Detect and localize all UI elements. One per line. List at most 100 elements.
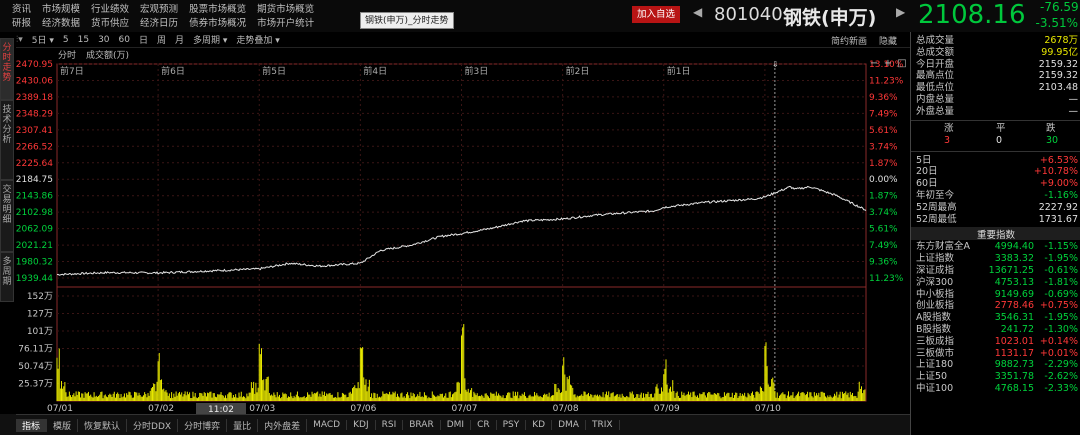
index-row[interactable]: 东方财富全A 4994.40 -1.15% [916, 241, 1078, 253]
toolbar-item[interactable]: 5 [63, 35, 69, 45]
menu-item[interactable]: 经济数据 [42, 15, 80, 29]
menu-item[interactable]: 研报 [12, 15, 31, 29]
pct-tick: 5.61% [869, 225, 898, 235]
index-row[interactable]: 上证指数 3383.32 -1.95% [916, 253, 1078, 265]
indicator-tab[interactable]: PSY [497, 420, 527, 430]
breadth-values: 3 0 30 [916, 135, 1078, 147]
toolbar-right: 简约新画 隐藏 [831, 32, 897, 48]
index-row[interactable]: 上证180 9882.73 -2.29% [916, 359, 1078, 371]
stat-label: 最低点位 [916, 82, 955, 94]
right-panel: 总成交量 2678万 总成交额 99.95亿 今日开盘 2159.32 最高点位 2159.3… [910, 32, 1080, 435]
indicator-tab[interactable]: CR [471, 420, 497, 430]
indicator-tab[interactable]: 模版 [47, 418, 79, 432]
next-arrow-icon[interactable]: ▶ [896, 5, 905, 19]
index-name: 上证180 [916, 359, 954, 371]
day-label: 前1日 [667, 65, 691, 77]
indicator-tab[interactable]: 恢复默认 [78, 418, 128, 432]
toolbar-item[interactable]: 走势叠加 ▾ [236, 33, 279, 46]
stat-label: 最高点位 [916, 70, 955, 82]
price-tick: 2348.29 [16, 109, 53, 119]
index-row[interactable]: 中小板指 9149.69 -0.69% [916, 289, 1078, 301]
toolbar-item[interactable]: 周 [157, 33, 166, 46]
style-switch[interactable]: ⫶▾ [16, 35, 23, 45]
zoom-in-icon[interactable]: + [884, 58, 892, 68]
indicator-tab[interactable]: KD [526, 420, 553, 430]
index-change: -2.33% [1044, 383, 1078, 394]
add-watchlist-button[interactable]: 加入自选 [632, 6, 680, 23]
index-row[interactable]: 创业板指 2778.46 +0.75% [916, 300, 1078, 312]
index-row[interactable]: A股指数 3546.31 -1.95% [916, 312, 1078, 324]
toolbar-item[interactable]: 60 [119, 35, 130, 45]
stat-label: 52周最高 [916, 201, 957, 213]
indicator-tab[interactable]: 分时DDX [127, 418, 179, 432]
index-row[interactable]: 沪深300 4753.13 -1.81% [916, 277, 1078, 289]
price-tick: 2266.52 [16, 142, 53, 152]
indicator-tab[interactable]: DMA [552, 420, 586, 430]
menu-item[interactable]: 期货市场概览 [257, 1, 314, 15]
toolbar-item[interactable]: 30 [98, 35, 109, 45]
index-row[interactable]: 上证50 3351.78 -2.62% [916, 371, 1078, 383]
intraday-chart[interactable]: 2470.95 13.10%2430.06 11.23%2389.18 9.36%23… [0, 56, 910, 414]
date-label: 07/02 [148, 404, 174, 414]
chart-view-tools[interactable]: − + □ [868, 56, 910, 68]
indicator-tab[interactable]: 分时博弈 [178, 418, 228, 432]
menu-item[interactable]: 宏观预测 [140, 1, 178, 15]
indicator-tab[interactable]: 量比 [227, 418, 259, 432]
toolbar-item[interactable]: 月 [175, 33, 184, 46]
indicator-tab[interactable]: KDJ [347, 420, 376, 430]
index-change: +0.01% [1039, 347, 1078, 359]
toolbar-item[interactable]: 多周期 ▾ [193, 33, 227, 46]
menu-item[interactable]: 股票市场概览 [189, 1, 246, 15]
index-row[interactable]: 深证成指 13671.25 -0.61% [916, 265, 1078, 277]
index-name: A股指数 [916, 312, 951, 324]
menu-item[interactable]: 资讯 [12, 1, 31, 15]
stat-row: 总成交量 2678万 [916, 35, 1078, 47]
menu-item[interactable]: 经济日历 [140, 15, 178, 29]
indicator-tab[interactable]: 指标 [16, 418, 48, 432]
index-change: -1.95% [1044, 312, 1078, 324]
stat-value: — [1068, 105, 1079, 117]
toolbar-item[interactable]: 5日 ▾ [32, 33, 54, 46]
stat-row: 最低点位 2103.48 [916, 82, 1078, 94]
simple-draw-button[interactable]: 简约新画 [831, 34, 867, 47]
zoom-out-icon[interactable]: − [870, 58, 878, 68]
index-name: 三板做市 [916, 347, 955, 359]
stat-label: 5日 [916, 154, 932, 166]
menu-item[interactable]: 行业绩效 [91, 1, 129, 15]
indicator-tab[interactable]: MACD [307, 420, 348, 430]
index-value: 241.72 [1000, 324, 1034, 335]
breadth-value: 3 [944, 134, 951, 146]
index-name: 中证100 [916, 383, 954, 394]
menu-item[interactable]: 债券市场概况 [189, 15, 246, 29]
indicator-tab[interactable]: TRIX [586, 420, 620, 430]
indicator-tab[interactable]: DMI [441, 420, 472, 430]
stock-code: 801040 [714, 4, 783, 25]
stat-value: 2159.32 [1038, 70, 1078, 82]
stat-row: 60日 +9.00% [916, 178, 1078, 190]
breadth-value: 30 [1046, 134, 1059, 146]
index-row[interactable]: 中证100 4768.15 -2.33% [916, 383, 1078, 395]
pct-tick: 11.23% [869, 76, 904, 86]
toolbar-item[interactable]: 日 [139, 33, 148, 46]
stat-row: 今日开盘 2159.32 [916, 59, 1078, 71]
menu-item[interactable]: 市场规模 [42, 1, 80, 15]
indicator-tab[interactable]: 内外盘差 [258, 418, 308, 432]
price-tick: 2184.75 [16, 175, 53, 185]
menu-item[interactable]: 市场开户统计 [257, 15, 314, 29]
stat-label: 总成交量 [916, 35, 955, 46]
menu-item[interactable]: 货币供应 [91, 15, 129, 29]
toolbar-item[interactable]: 15 [78, 35, 89, 45]
index-change: +0.75% [1039, 300, 1078, 312]
prev-arrow-icon[interactable]: ◀ [693, 5, 702, 19]
index-row[interactable]: 三板做市 1131.17 +0.01% [916, 348, 1078, 360]
indicator-tab[interactable]: RSI [376, 420, 404, 430]
date-label: 07/09 [654, 404, 680, 414]
indicator-tab[interactable]: BRAR [403, 420, 441, 430]
hide-button[interactable]: 隐藏 [879, 34, 897, 47]
stat-value: +10.78% [1033, 166, 1078, 178]
index-value: 4994.40 [994, 241, 1034, 253]
index-row[interactable]: B股指数 241.72 -1.30% [916, 324, 1078, 336]
fullscreen-icon[interactable]: □ [897, 58, 906, 68]
index-value: 3351.78 [994, 371, 1034, 383]
index-row[interactable]: 三板成指 1023.01 +0.14% [916, 336, 1078, 348]
